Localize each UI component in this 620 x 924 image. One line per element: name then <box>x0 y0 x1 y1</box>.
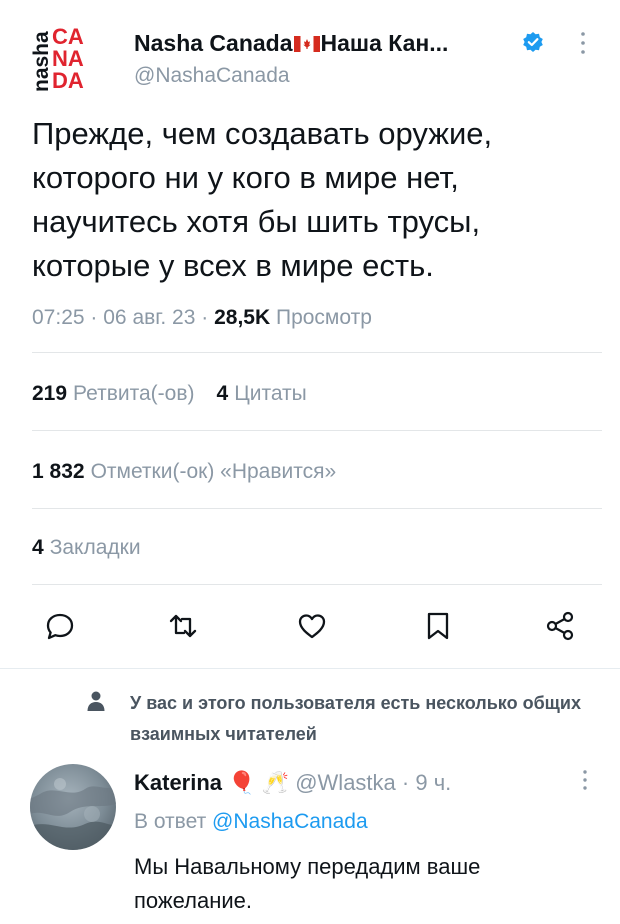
reply-separator: · <box>401 770 410 795</box>
logo-text-3: DA <box>52 68 84 93</box>
author-name[interactable]: Nasha Canada Наша Кан... <box>134 30 448 57</box>
author-name-text: Nasha Canada <box>134 30 293 56</box>
divider <box>32 584 602 585</box>
likes-stat[interactable]: 1 832 Отметки(-ок) «Нравится» <box>32 460 336 484</box>
like-icon[interactable] <box>296 610 328 642</box>
bookmarks-label: Закладки <box>49 536 141 559</box>
reply-avatar[interactable] <box>30 764 116 850</box>
author-handle[interactable]: @NashaCanada <box>134 64 290 88</box>
bookmark-icon[interactable] <box>422 610 454 642</box>
author-name-suffix: Наша Кан... <box>320 30 449 56</box>
bookmarks-count: 4 <box>32 536 44 559</box>
retweets-quotes-row: 219 Ретвита(-ов) 4 Цитаты <box>32 382 307 406</box>
views-label: Просмотр <box>275 306 372 329</box>
retweets-count: 219 <box>32 382 68 405</box>
tweet-text: Прежде, чем создавать оружие, которого н… <box>32 116 493 283</box>
divider <box>32 508 602 509</box>
more-options-icon[interactable] <box>578 30 588 56</box>
section-divider <box>0 668 620 669</box>
divider <box>32 352 602 353</box>
quotes-stat[interactable]: 4 Цитаты <box>217 382 307 405</box>
reply-time[interactable]: 9 ч. <box>415 770 451 795</box>
quotes-count: 4 <box>216 382 229 405</box>
reply-header: Katerina 🎈 🥂 @Wlastka · 9 ч. <box>134 770 451 796</box>
account-logo[interactable]: nasha CA NA DA <box>30 22 94 94</box>
quotes-label: Цитаты <box>234 382 307 405</box>
reply-text: Мы Навальному передадим ваше пожелание. <box>134 854 481 913</box>
likes-label: Отметки(-ок) «Нравится» <box>90 460 337 483</box>
reply-handle[interactable]: @Wlastka <box>295 770 396 795</box>
reply-emoji: 🎈 🥂 <box>228 770 290 795</box>
retweets-label: Ретвита(-ов) <box>73 382 195 405</box>
in-reply-handle[interactable]: @NashaCanada <box>212 810 368 833</box>
reply-more-options-icon[interactable] <box>580 768 590 792</box>
canada-flag-icon <box>293 36 320 52</box>
in-reply-prefix: В ответ <box>134 810 207 833</box>
views-count: 28,5K <box>214 306 271 329</box>
verified-badge-icon <box>523 32 543 52</box>
tweet-meta: 07:25 · 06 авг. 23 · 28,5K Просмотр <box>32 306 372 330</box>
meta-separator: · <box>201 306 209 329</box>
reply-icon[interactable] <box>44 610 76 642</box>
person-icon <box>87 691 105 711</box>
retweet-icon[interactable] <box>167 610 199 642</box>
retweets-stat[interactable]: 219 Ретвита(-ов) <box>32 382 195 405</box>
mutual-followers-notice: У вас и этого пользователя есть нескольк… <box>130 693 581 744</box>
share-icon[interactable] <box>544 610 576 642</box>
meta-separator: · <box>90 306 98 329</box>
reply-author-name[interactable]: Katerina <box>134 770 222 795</box>
divider <box>32 430 602 431</box>
bookmarks-stat[interactable]: 4 Закладки <box>32 536 141 560</box>
logo-vertical-text: nasha <box>30 31 53 92</box>
likes-count: 1 832 <box>32 460 85 483</box>
tweet-date[interactable]: 06 авг. 23 <box>103 306 195 329</box>
in-reply-to: В ответ @NashaCanada <box>134 810 368 834</box>
tweet-time[interactable]: 07:25 <box>32 306 85 329</box>
